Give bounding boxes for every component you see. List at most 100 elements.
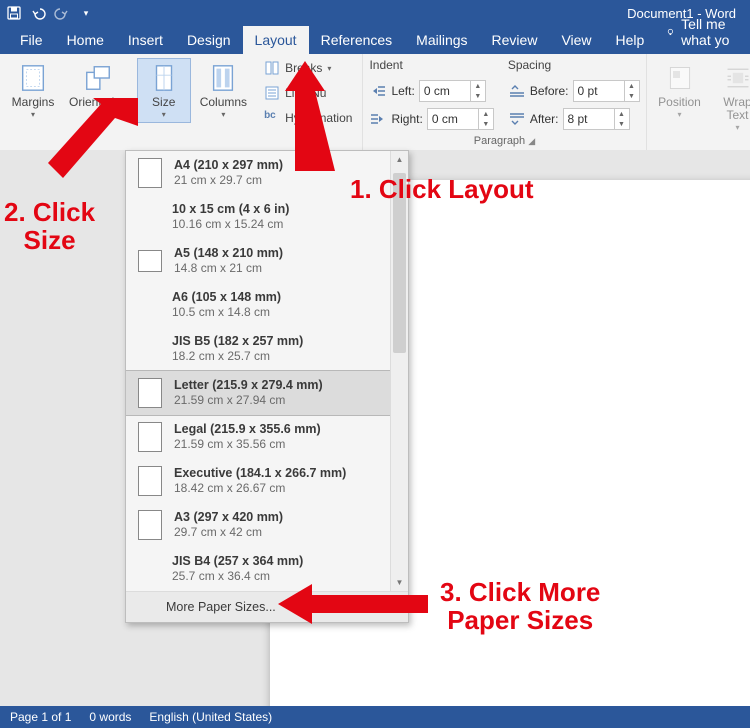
size-option-dimensions: 21.59 cm x 35.56 cm [174,437,321,452]
size-option-name: Legal (215.9 x 355.6 mm) [174,422,321,437]
save-icon[interactable] [6,5,22,21]
spin-up-icon[interactable]: ▲ [625,81,639,91]
position-button[interactable]: Position▾ [653,58,707,123]
annotation-arrow-1 [275,56,355,176]
annotation-arrow-3 [278,580,428,628]
tab-review[interactable]: Review [480,26,550,54]
group-paragraph: Indent Left: 0 cm ▲▼ Right: 0 cm [363,54,646,150]
indent-header: Indent [369,58,493,72]
position-icon [664,62,696,94]
size-list-scrollbar[interactable]: ▲ ▼ [390,151,408,591]
status-words[interactable]: 0 words [89,710,131,724]
columns-icon [207,62,239,94]
size-option-dimensions: 21.59 cm x 27.94 cm [174,393,323,408]
group-label-paragraph: Paragraph [474,135,525,147]
orientation-icon [82,62,114,94]
size-option[interactable]: Letter (215.9 x 279.4 mm)21.59 cm x 27.9… [126,370,408,416]
size-option[interactable]: A5 (148 x 210 mm)14.8 cm x 21 cm [126,239,408,283]
tab-references[interactable]: References [309,26,405,54]
indent-left-input[interactable]: 0 cm ▲▼ [419,80,486,102]
tab-file[interactable]: File [8,26,55,54]
margins-icon [17,62,49,94]
columns-button[interactable]: Columns ▾ [195,58,252,123]
tell-me-search[interactable]: Tell me what yo [666,10,742,54]
tab-insert[interactable]: Insert [116,26,175,54]
paper-thumb-icon [138,335,160,363]
spin-down-icon[interactable]: ▼ [479,119,493,129]
paper-thumb-icon [138,510,162,540]
tell-me-label: Tell me what yo [681,16,742,48]
size-option[interactable]: A6 (105 x 148 mm)10.5 cm x 14.8 cm [126,283,408,327]
tab-mailings[interactable]: Mailings [404,26,479,54]
ribbon-tabs: File Home Insert Design Layout Reference… [0,26,750,54]
annotation-arrow-2 [40,95,150,205]
spacing-header: Spacing [508,58,640,72]
paper-thumb-icon [138,250,162,272]
indent-right-icon [369,112,387,126]
size-option-name: A4 (210 x 297 mm) [174,158,283,173]
size-option-name: A5 (148 x 210 mm) [174,246,283,261]
spin-down-icon[interactable]: ▼ [615,119,629,129]
spin-down-icon[interactable]: ▼ [471,91,485,101]
size-option[interactable]: Executive (184.1 x 266.7 mm)18.42 cm x 2… [126,459,408,503]
spacing-before-input[interactable]: 0 pt ▲▼ [573,80,640,102]
tab-home[interactable]: Home [55,26,116,54]
spin-up-icon[interactable]: ▲ [479,109,493,119]
size-option-name: JIS B4 (257 x 364 mm) [172,554,303,569]
size-option[interactable]: JIS B5 (182 x 257 mm)18.2 cm x 25.7 cm [126,327,408,371]
chevron-down-icon: ▾ [221,110,225,119]
size-option[interactable]: Legal (215.9 x 355.6 mm)21.59 cm x 35.56… [126,415,408,459]
size-option-dimensions: 29.7 cm x 42 cm [174,525,283,540]
paper-thumb-icon [138,422,162,452]
spin-down-icon[interactable]: ▼ [625,91,639,101]
paper-thumb-icon [138,291,160,319]
spacing-before-icon [508,84,526,98]
tab-help[interactable]: Help [604,26,657,54]
size-option-name: Letter (215.9 x 279.4 mm) [174,378,323,393]
wrap-text-icon [722,62,750,94]
lightbulb-icon [666,25,675,39]
chevron-down-icon: ▾ [162,110,166,119]
size-option-name: Executive (184.1 x 266.7 mm) [174,466,346,481]
size-list[interactable]: A4 (210 x 297 mm)21 cm x 29.7 cm 10 x 15 … [126,151,408,591]
paper-thumb-icon [138,203,160,231]
annotation-text-2: 2. Click Size [4,198,95,254]
status-bar: Page 1 of 1 0 words English (United Stat… [0,706,750,728]
qat-customize-icon[interactable]: ▾ [78,5,94,21]
size-option-dimensions: 18.2 cm x 25.7 cm [172,349,303,364]
size-option[interactable]: A3 (297 x 420 mm)29.7 cm x 42 cm [126,503,408,547]
dialog-launcher-icon[interactable]: ◢ [528,136,535,146]
annotation-text-1: 1. Click Layout [350,175,534,203]
status-page[interactable]: Page 1 of 1 [10,710,71,724]
quick-access-toolbar: ▾ [6,5,94,21]
tab-view[interactable]: View [549,26,603,54]
spin-up-icon[interactable]: ▲ [471,81,485,91]
paper-thumb-icon [138,378,162,408]
size-option-dimensions: 14.8 cm x 21 cm [174,261,283,276]
size-dropdown-menu: A4 (210 x 297 mm)21 cm x 29.7 cm 10 x 15 … [125,150,409,623]
annotation-text-3: 3. Click More Paper Sizes [440,578,600,634]
size-option-dimensions: 10.16 cm x 15.24 cm [172,217,289,232]
spin-up-icon[interactable]: ▲ [615,109,629,119]
size-icon [148,62,180,94]
indent-right-input[interactable]: 0 cm ▲▼ [427,108,494,130]
size-option-name: A6 (105 x 148 mm) [172,290,281,305]
undo-icon[interactable] [30,5,46,21]
size-option-name: JIS B5 (182 x 257 mm) [172,334,303,349]
size-option-name: A3 (297 x 420 mm) [174,510,283,525]
title-bar: ▾ Document1 - Word [0,0,750,26]
window-title: Document1 - Word [94,6,744,21]
redo-icon[interactable] [54,5,70,21]
chevron-down-icon: ▾ [31,110,35,119]
status-language[interactable]: English (United States) [149,710,272,724]
indent-left-icon [369,84,387,98]
spacing-after-input[interactable]: 8 pt ▲▼ [563,108,630,130]
scroll-up-icon[interactable]: ▲ [391,151,408,168]
size-option-name: 10 x 15 cm (4 x 6 in) [172,202,289,217]
tab-layout[interactable]: Layout [243,26,309,54]
paper-thumb-icon [138,466,162,496]
tab-design[interactable]: Design [175,26,243,54]
wrap-text-button[interactable]: Wrap Text▾ [711,58,750,136]
paper-thumb-icon [138,555,160,583]
size-option-dimensions: 21 cm x 29.7 cm [174,173,283,188]
